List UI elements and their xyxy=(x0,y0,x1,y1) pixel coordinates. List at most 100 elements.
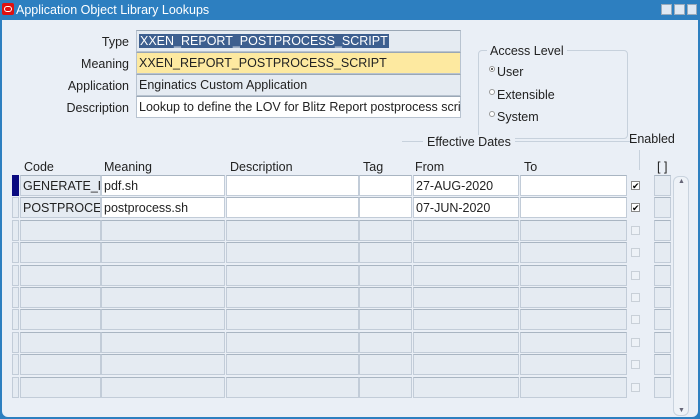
cell-from[interactable] xyxy=(413,219,519,241)
cell-description[interactable] xyxy=(226,219,359,241)
cell-meaning[interactable] xyxy=(101,331,225,353)
cell-meaning[interactable] xyxy=(101,354,225,376)
cell-to[interactable] xyxy=(520,287,627,308)
row-indicator[interactable] xyxy=(12,309,19,331)
cell-tag[interactable] xyxy=(359,242,412,264)
radio-system[interactable]: System xyxy=(489,110,539,124)
cell-tag[interactable] xyxy=(359,175,412,196)
cell-to[interactable] xyxy=(520,175,627,196)
cell-description[interactable] xyxy=(226,287,359,308)
row-indicator[interactable] xyxy=(12,242,19,264)
enabled-checkbox[interactable] xyxy=(631,248,640,258)
cell-to[interactable] xyxy=(520,354,627,376)
row-indicator[interactable] xyxy=(12,197,19,219)
maximize-icon[interactable] xyxy=(674,4,685,15)
cell-code[interactable]: GENERATE_PDF xyxy=(20,175,101,196)
cell-meaning[interactable] xyxy=(101,376,225,398)
cell-tag[interactable] xyxy=(359,331,412,353)
cell-meaning[interactable] xyxy=(101,287,225,308)
cell-tag[interactable] xyxy=(359,197,412,219)
cell-from[interactable] xyxy=(413,287,519,308)
cell-flexfield[interactable] xyxy=(654,242,671,264)
enabled-checkbox[interactable] xyxy=(631,337,640,347)
cell-code[interactable] xyxy=(20,219,101,241)
cell-code[interactable] xyxy=(20,264,101,286)
cell-flexfield[interactable] xyxy=(654,175,671,196)
cell-description[interactable] xyxy=(226,264,359,286)
close-icon[interactable] xyxy=(687,4,697,15)
minimize-icon[interactable] xyxy=(661,4,672,15)
scroll-down-icon[interactable]: ▼ xyxy=(678,407,685,414)
cell-tag[interactable] xyxy=(359,264,412,286)
type-field[interactable]: XXEN_REPORT_POSTPROCESS_SCRIPT xyxy=(136,30,461,52)
cell-from[interactable]: 07-JUN-2020 xyxy=(413,197,519,219)
cell-flexfield[interactable] xyxy=(654,376,671,398)
enabled-checkbox[interactable]: ✔ xyxy=(631,181,640,191)
cell-code[interactable] xyxy=(20,376,101,398)
cell-description[interactable] xyxy=(226,309,359,331)
cell-tag[interactable] xyxy=(359,376,412,398)
cell-flexfield[interactable] xyxy=(654,309,671,331)
cell-from[interactable] xyxy=(413,264,519,286)
cell-from[interactable]: 27-AUG-2020 xyxy=(413,175,519,196)
row-indicator[interactable] xyxy=(12,264,19,286)
cell-to[interactable] xyxy=(520,331,627,353)
vertical-scrollbar[interactable]: ▲ ▼ xyxy=(673,176,689,416)
meaning-field[interactable]: XXEN_REPORT_POSTPROCESS_SCRIPT xyxy=(136,52,461,74)
radio-user[interactable]: User xyxy=(489,65,523,79)
cell-from[interactable] xyxy=(413,242,519,264)
cell-meaning[interactable] xyxy=(101,219,225,241)
cell-meaning[interactable]: postprocess.sh xyxy=(101,197,225,219)
enabled-checkbox[interactable] xyxy=(631,315,640,325)
row-indicator[interactable] xyxy=(12,175,19,196)
cell-meaning[interactable] xyxy=(101,309,225,331)
row-indicator[interactable] xyxy=(12,376,19,398)
cell-to[interactable] xyxy=(520,219,627,241)
row-indicator[interactable] xyxy=(12,219,19,241)
cell-from[interactable] xyxy=(413,309,519,331)
cell-to[interactable] xyxy=(520,264,627,286)
cell-flexfield[interactable] xyxy=(654,331,671,353)
cell-meaning[interactable] xyxy=(101,264,225,286)
enabled-checkbox[interactable] xyxy=(631,360,640,370)
cell-meaning[interactable]: pdf.sh xyxy=(101,175,225,196)
cell-description[interactable] xyxy=(226,175,359,196)
application-field[interactable]: Enginatics Custom Application xyxy=(136,74,461,96)
cell-flexfield[interactable] xyxy=(654,219,671,241)
cell-flexfield[interactable] xyxy=(654,354,671,376)
cell-flexfield[interactable] xyxy=(654,264,671,286)
cell-description[interactable] xyxy=(226,354,359,376)
cell-code[interactable] xyxy=(20,354,101,376)
cell-description[interactable] xyxy=(226,331,359,353)
cell-tag[interactable] xyxy=(359,219,412,241)
cell-tag[interactable] xyxy=(359,309,412,331)
description-field[interactable]: Lookup to define the LOV for Blitz Repor… xyxy=(136,96,461,118)
cell-from[interactable] xyxy=(413,354,519,376)
cell-description[interactable] xyxy=(226,376,359,398)
cell-description[interactable] xyxy=(226,197,359,219)
cell-flexfield[interactable] xyxy=(654,287,671,308)
scroll-up-icon[interactable]: ▲ xyxy=(678,178,685,185)
cell-description[interactable] xyxy=(226,242,359,264)
row-indicator[interactable] xyxy=(12,287,19,308)
cell-tag[interactable] xyxy=(359,354,412,376)
cell-code[interactable] xyxy=(20,331,101,353)
cell-code[interactable] xyxy=(20,309,101,331)
cell-code[interactable] xyxy=(20,287,101,308)
cell-to[interactable] xyxy=(520,242,627,264)
cell-to[interactable] xyxy=(520,376,627,398)
cell-code[interactable] xyxy=(20,242,101,264)
cell-flexfield[interactable] xyxy=(654,197,671,219)
cell-to[interactable] xyxy=(520,309,627,331)
row-indicator[interactable] xyxy=(12,331,19,353)
cell-code[interactable]: POSTPROCESS xyxy=(20,197,101,219)
radio-extensible[interactable]: Extensible xyxy=(489,88,555,102)
enabled-checkbox[interactable] xyxy=(631,293,640,302)
enabled-checkbox[interactable] xyxy=(631,225,640,235)
cell-from[interactable] xyxy=(413,376,519,398)
enabled-checkbox[interactable]: ✔ xyxy=(631,203,640,213)
enabled-checkbox[interactable] xyxy=(631,270,640,280)
enabled-checkbox[interactable] xyxy=(631,382,640,392)
cell-from[interactable] xyxy=(413,331,519,353)
cell-meaning[interactable] xyxy=(101,242,225,264)
